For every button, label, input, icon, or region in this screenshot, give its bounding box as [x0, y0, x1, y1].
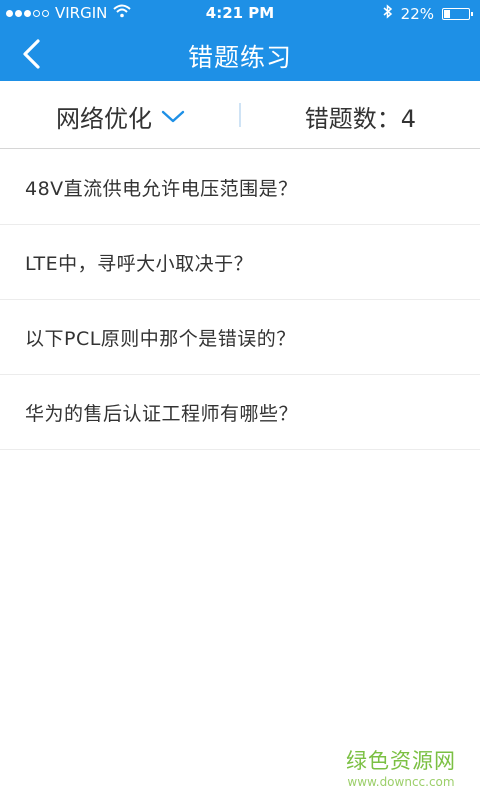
watermark-url: www.downcc.com: [347, 775, 455, 789]
watermark-title: 绿色资源网: [346, 749, 456, 773]
page-title: 错题练习: [187, 43, 292, 72]
battery-icon: [442, 7, 473, 20]
list-item[interactable]: 以下PCL原则中那个是错误的？: [0, 300, 480, 375]
bluetooth-icon: [383, 4, 393, 23]
filter-divider: [239, 103, 241, 127]
question-list: 48V直流供电允许电压范围是？ LTE中，寻呼大小取决于？ 以下PCL原则中那个…: [0, 150, 480, 450]
wrong-count: 错题数：4: [304, 105, 416, 133]
filter-bar: 网络优化 错题数：4: [0, 81, 480, 149]
battery-percent: 22%: [400, 4, 434, 23]
list-item[interactable]: LTE中，寻呼大小取决于？: [0, 225, 480, 300]
status-bar: VIRGIN 4:21 PM 22%: [0, 0, 480, 27]
chevron-down-icon: [161, 110, 185, 122]
list-item[interactable]: 华为的售后认证工程师有哪些？: [0, 375, 480, 450]
list-item[interactable]: 48V直流供电允许电压范围是？: [0, 150, 480, 225]
category-label: 网络优化: [56, 105, 152, 133]
nav-bar: 错题练习: [0, 27, 480, 81]
watermark: 绿色资源网 www.downcc.com: [346, 745, 456, 789]
status-right: 22%: [383, 4, 473, 23]
category-dropdown[interactable]: 网络优化: [56, 99, 186, 134]
